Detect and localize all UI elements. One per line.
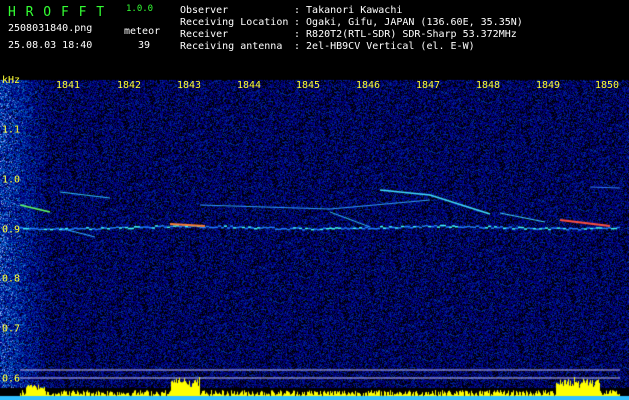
app-name: H R O F F T	[8, 5, 106, 20]
location-value: : Ogaki, Gifu, JAPAN (136.60E, 35.35N)	[294, 17, 523, 28]
date-time: 25.08.03 18:40	[8, 40, 93, 51]
observer-label: Observer	[180, 5, 229, 16]
x-tick: 1846	[355, 80, 381, 91]
receiver-label: Receiver	[180, 29, 229, 40]
file-name: 2508031840.png	[8, 23, 93, 34]
app-version: 1.0.0	[126, 4, 154, 14]
header: H R O F F T 1.0.0 2508031840.png meteor …	[0, 0, 629, 80]
location-label: Receiving Location	[180, 17, 289, 28]
y-axis-unit: kHz	[2, 75, 21, 86]
x-tick: 1849	[535, 80, 561, 91]
y-tick: 0.8	[2, 273, 21, 285]
antenna-label: Receiving antenna	[180, 41, 283, 52]
x-tick: 1850	[594, 80, 620, 91]
x-tick: 1847	[415, 80, 441, 91]
x-tick: 1848	[475, 80, 501, 91]
x-tick: 1845	[295, 80, 321, 91]
y-tick: 1.1	[2, 124, 21, 136]
antenna-value: : 2el-HB9CV Vertical (el. E-W)	[294, 41, 475, 52]
observer-value: : Takanori Kawachi	[294, 5, 403, 16]
meteor-label: meteor	[124, 26, 161, 37]
receiver-value: : R820T2(RTL-SDR) SDR-Sharp 53.372MHz	[294, 29, 517, 40]
x-tick: 1843	[176, 80, 202, 91]
y-tick: 0.6	[2, 373, 21, 385]
x-tick: 1842	[116, 80, 142, 91]
y-tick: 0.9	[2, 224, 21, 236]
y-tick: 1.0	[2, 174, 21, 186]
y-tick: 0.7	[2, 323, 21, 335]
x-tick: 1841	[55, 80, 81, 91]
x-tick: 1844	[236, 80, 262, 91]
meteor-count: 39	[138, 40, 151, 51]
